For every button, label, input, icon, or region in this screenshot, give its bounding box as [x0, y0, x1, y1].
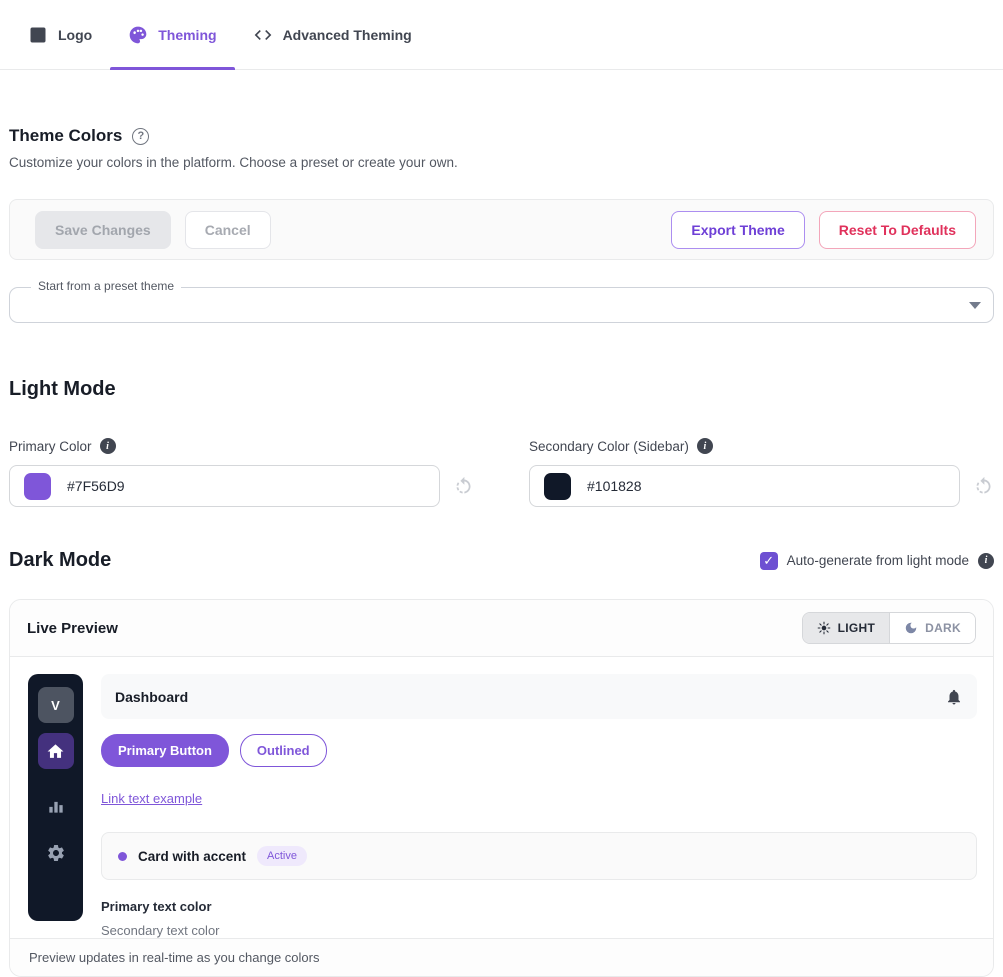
preset-theme-select-label: Start from a preset theme [31, 279, 181, 293]
preview-primary-text-sample: Primary text color [101, 899, 977, 914]
preview-logo-mark: V [38, 687, 74, 723]
live-preview-panel: Live Preview LIGHT DARK V [9, 599, 994, 977]
image-icon [28, 25, 48, 45]
theme-action-bar: Save Changes Cancel Export Theme Reset T… [9, 199, 994, 260]
tab-theming-label: Theming [158, 27, 216, 43]
primary-color-field: Primary Color i #7F56D9 [9, 438, 474, 507]
light-toggle-label: LIGHT [838, 621, 876, 635]
preview-card-title: Card with accent [138, 849, 246, 864]
info-icon[interactable]: i [978, 553, 994, 569]
preview-mode-toggle: LIGHT DARK [802, 612, 976, 644]
save-changes-button[interactable]: Save Changes [35, 211, 171, 249]
tab-advanced-theming-label: Advanced Theming [283, 27, 412, 43]
primary-color-value: #7F56D9 [67, 478, 125, 494]
tab-theming[interactable]: Theming [110, 0, 234, 69]
info-icon[interactable]: i [697, 438, 713, 454]
palette-icon [128, 25, 148, 45]
preview-footer-note: Preview updates in real-time as you chan… [10, 938, 993, 976]
preview-nav-settings[interactable] [46, 843, 66, 863]
preview-accent-card: Card with accent Active [101, 832, 977, 880]
tab-bar: Logo Theming Advanced Theming [0, 0, 1003, 70]
preview-outlined-button[interactable]: Outlined [240, 734, 327, 767]
export-theme-button[interactable]: Export Theme [671, 211, 804, 249]
secondary-color-reset-button[interactable] [973, 476, 994, 497]
secondary-color-swatch[interactable] [544, 473, 571, 500]
dark-toggle-label: DARK [925, 621, 961, 635]
secondary-color-input[interactable]: #101828 [529, 465, 960, 507]
page-subtitle: Customize your colors in the platform. C… [9, 155, 994, 170]
sun-icon [817, 621, 831, 635]
accent-dot-icon [118, 852, 127, 861]
secondary-color-value: #101828 [587, 478, 642, 494]
preset-theme-select[interactable]: Start from a preset theme [9, 287, 994, 323]
preview-link[interactable]: Link text example [101, 791, 202, 806]
auto-generate-checkbox[interactable]: ✓ [760, 552, 778, 570]
light-mode-title: Light Mode [9, 378, 994, 401]
light-mode-toggle-button[interactable]: LIGHT [803, 613, 890, 643]
preview-secondary-text-sample: Secondary text color [101, 923, 977, 938]
primary-color-input[interactable]: #7F56D9 [9, 465, 440, 507]
tab-logo[interactable]: Logo [10, 0, 110, 69]
live-preview-title: Live Preview [27, 620, 118, 637]
cancel-button[interactable]: Cancel [185, 211, 271, 249]
bar-chart-icon [46, 796, 66, 816]
preview-nav-analytics[interactable] [46, 796, 66, 816]
primary-color-reset-button[interactable] [453, 476, 474, 497]
reset-defaults-button[interactable]: Reset To Defaults [819, 211, 976, 249]
preview-sidebar: V [28, 674, 83, 921]
page-title: Theme Colors [9, 126, 122, 146]
tab-logo-label: Logo [58, 27, 92, 43]
secondary-color-field: Secondary Color (Sidebar) i #101828 [529, 438, 994, 507]
home-icon [46, 742, 65, 761]
tab-advanced-theming[interactable]: Advanced Theming [235, 0, 430, 69]
code-icon [253, 25, 273, 45]
primary-color-label: Primary Color [9, 439, 92, 454]
rotate-reset-icon [973, 476, 994, 497]
help-icon[interactable]: ? [132, 128, 149, 145]
primary-color-swatch[interactable] [24, 473, 51, 500]
preview-appbar: Dashboard [101, 674, 977, 719]
info-icon[interactable]: i [100, 438, 116, 454]
secondary-color-label: Secondary Color (Sidebar) [529, 439, 689, 454]
gear-icon [46, 843, 66, 863]
preview-nav-home[interactable] [38, 733, 74, 769]
chevron-down-icon [969, 302, 981, 309]
bell-icon[interactable] [945, 688, 963, 706]
preview-primary-button[interactable]: Primary Button [101, 734, 229, 767]
auto-generate-label: Auto-generate from light mode [787, 553, 969, 568]
preview-appbar-title: Dashboard [115, 689, 188, 705]
dark-mode-toggle-button[interactable]: DARK [889, 613, 975, 643]
status-badge: Active [257, 846, 307, 866]
dark-mode-title: Dark Mode [9, 549, 111, 572]
preview-main: Dashboard Primary Button Outlined Link t… [101, 674, 977, 938]
moon-icon [904, 621, 918, 635]
rotate-reset-icon [453, 476, 474, 497]
